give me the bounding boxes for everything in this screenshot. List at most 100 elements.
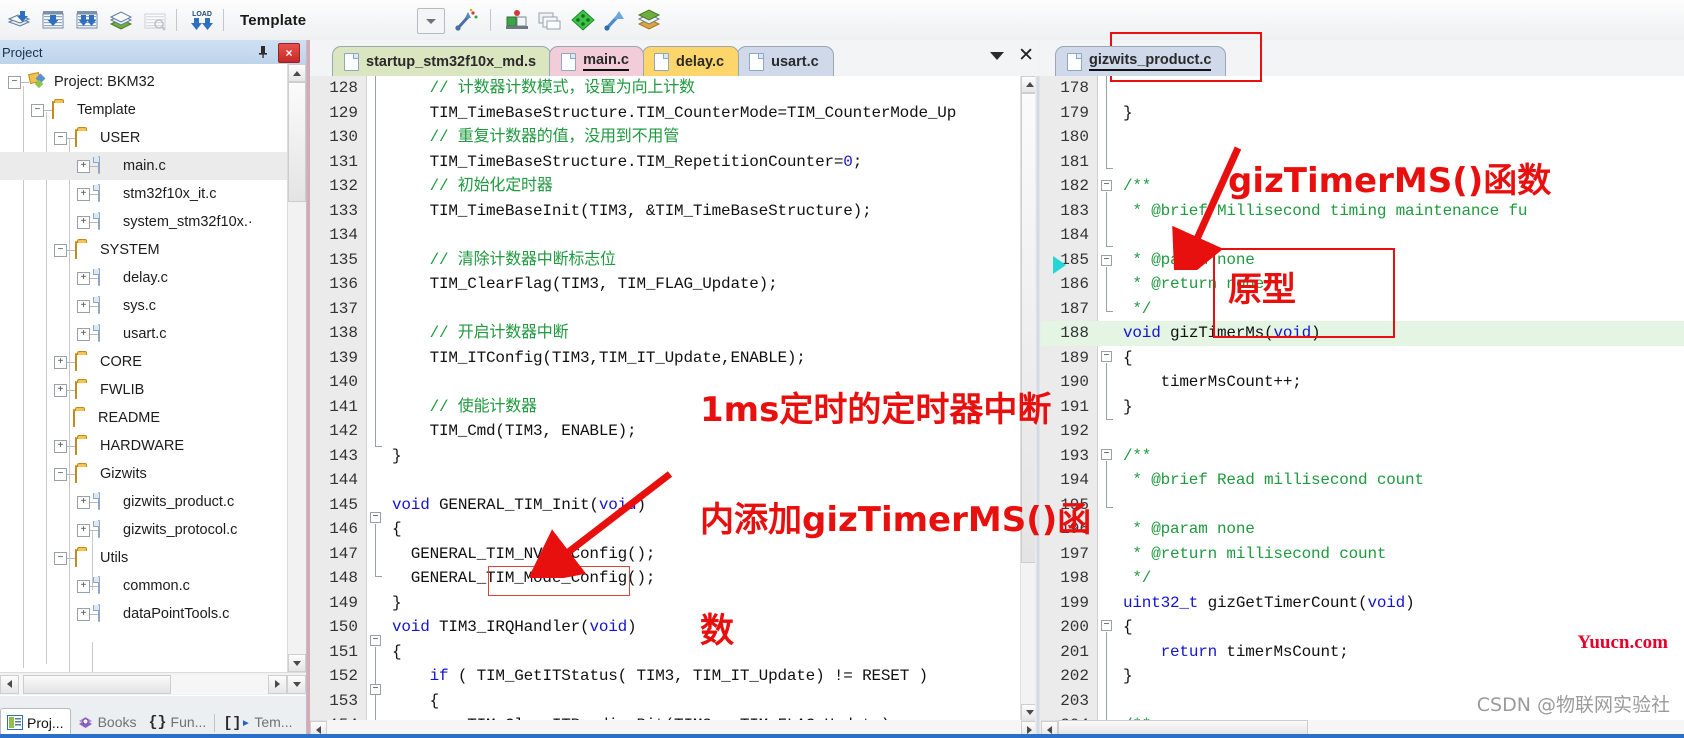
tree-expander[interactable]: − [54,467,67,481]
editor-tab-main-c[interactable]: main.c [549,46,644,76]
code-line[interactable]: 136 TIM_ClearFlag(TIM3, TIM_FLAG_Update)… [310,272,1038,297]
tree-expander[interactable]: + [54,355,67,369]
code-line[interactable]: 192 [1041,419,1684,444]
editor-tab-gizwits-product-c[interactable]: gizwits_product.c [1055,46,1227,76]
package-installer-icon[interactable] [634,5,664,35]
tree-expander[interactable]: + [54,383,67,397]
code-line[interactable]: 199 uint32_t gizGetTimerCount(void) [1041,591,1684,616]
build-layers-icon[interactable] [106,5,136,35]
load-download-icon[interactable]: LOAD [187,5,217,35]
tree-expander[interactable]: − [54,131,67,145]
manage-windows-icon[interactable] [535,5,565,35]
code-line[interactable]: 197 * @return millisecond count [1041,542,1684,567]
project-tree-vscrollbar[interactable] [287,64,306,672]
code-line[interactable]: 134 [310,223,1038,248]
scroll-right-button[interactable] [268,674,287,694]
tree-item-utils[interactable]: − Utils [0,544,288,572]
load-to-flash-icon[interactable] [4,5,34,35]
code-line[interactable]: 202} [1041,664,1684,689]
scroll-up-button[interactable] [288,64,306,82]
code-line[interactable]: 195 [1041,493,1684,518]
close-icon[interactable]: ✕ [1018,46,1034,65]
green-diamond-icon[interactable] [568,5,598,35]
code-line[interactable]: 131 TIM_TimeBaseStructure.TIM_Repetition… [310,150,1038,175]
tree-expander[interactable]: + [77,159,90,173]
tree-item-datapointtools-c[interactable]: + dataPointTools.c [0,600,288,628]
tree-expander[interactable]: + [77,523,90,537]
code-line[interactable]: 133 TIM_TimeBaseInit(TIM3, &TIM_TimeBase… [310,199,1038,224]
clear-bookmarks-icon[interactable] [72,5,102,35]
target-options-icon[interactable] [502,5,532,35]
tree-item-core[interactable]: + CORE [0,348,288,376]
tree-expander[interactable]: + [77,271,90,285]
editor-tab-startup-stm32f10x-md-s[interactable]: startup_stm32f10x_md.s [332,46,552,76]
tree-expander[interactable]: + [77,187,90,201]
project-tree[interactable]: − Project: BKM32− Template − USER + main.c + stm… [0,64,288,676]
editor-tab-delay-c[interactable]: delay.c [642,46,740,76]
code-line[interactable]: 128 // 计数器计数模式，设置为向上计数 [310,76,1038,101]
tab-list-chevron-icon[interactable] [990,51,1005,60]
bottom-tab-templates[interactable]: []▸ Tem... [217,708,298,736]
tree-item-common-c[interactable]: + common.c [0,572,288,600]
tree-expander[interactable]: + [54,439,67,453]
code-line[interactable]: 191} [1041,395,1684,420]
tree-expander[interactable]: + [77,299,90,313]
tree-item-sys-c[interactable]: + sys.c [0,292,288,320]
tree-expander[interactable]: − [54,243,67,257]
editor-tab-usart-c[interactable]: usart.c [737,46,834,76]
annotation-right-line2: 原型 [1228,270,1296,311]
bottom-tab-project[interactable]: Proj... [0,708,71,736]
project-tree-hscrollbar[interactable] [0,672,306,695]
tree-item-main-c[interactable]: + main.c [0,152,288,180]
bottom-tab-books[interactable]: Books [71,708,143,736]
code-line[interactable]: 198 */ [1041,566,1684,591]
tree-expander[interactable]: + [77,327,90,341]
scroll-down-button[interactable] [288,654,306,672]
blue-wizard-icon[interactable] [601,5,631,35]
rebuild-icon[interactable] [140,5,170,35]
tree-item-hardware[interactable]: + HARDWARE [0,432,288,460]
code-line[interactable]: 130 // 重复计数器的值，没用到不用管 [310,125,1038,150]
vscroll-thumb[interactable] [288,82,306,202]
bottom-tab-functions[interactable]: {} Fun... [143,708,213,736]
tree-item-stm32f10x-it-c[interactable]: + stm32f10x_it.c [0,180,288,208]
tree-item-usart-c[interactable]: + usart.c [0,320,288,348]
tree-item-gizwits-protocol-c[interactable]: + gizwits_protocol.c [0,516,288,544]
code-line[interactable]: 132 // 初始化定时器 [310,174,1038,199]
tree-item-user[interactable]: − USER [0,124,288,152]
tree-expander[interactable]: + [77,215,90,229]
tree-item-system[interactable]: − SYSTEM [0,236,288,264]
hscroll-thumb[interactable] [23,674,171,694]
code-line[interactable]: 193/** [1041,444,1684,469]
code-line[interactable]: 129 TIM_TimeBaseStructure.TIM_CounterMod… [310,101,1038,126]
close-project-pane-button[interactable]: × [278,43,300,63]
tree-item-system-stm32f10x[interactable]: + system_stm32f10x.· [0,208,288,236]
target-select-chevron[interactable] [417,8,445,34]
code-line[interactable]: 196 * @param none [1041,517,1684,542]
pin-icon[interactable] [254,43,272,61]
tree-expander[interactable]: + [77,607,90,621]
tree-expander[interactable]: + [77,495,90,509]
tree-expander[interactable]: + [77,579,90,593]
code-line[interactable]: 194 * @brief Read millisecond count [1041,468,1684,493]
code-line[interactable]: 135 // 清除计数器中断标志位 [310,248,1038,273]
tree-item-gizwits[interactable]: − Gizwits [0,460,288,488]
tree-item-template[interactable]: − Template [0,96,288,124]
tree-item-readme[interactable]: README [0,404,288,432]
hscroll-track[interactable] [19,674,268,694]
tree-item-fwlib[interactable]: + FWLIB [0,376,288,404]
tree-item-gizwits-product-c[interactable]: + gizwits_product.c [0,488,288,516]
line-number: 137 [329,299,358,318]
code-line[interactable]: 137 [310,297,1038,322]
scroll-dropdown-button[interactable] [287,674,306,694]
tree-item-delay-c[interactable]: + delay.c [0,264,288,292]
tree-item-label: common.c [123,578,190,594]
tree-expander[interactable]: − [8,75,21,89]
tree-item-project-bkm32[interactable]: − Project: BKM32 [0,68,288,96]
configuration-wizard-icon[interactable] [452,5,482,35]
code-text: } [1123,667,1133,685]
scroll-left-button[interactable] [0,674,19,694]
insert-bookmark-icon[interactable] [38,5,68,35]
tree-expander[interactable]: − [54,551,67,565]
tree-expander[interactable]: − [31,103,44,117]
